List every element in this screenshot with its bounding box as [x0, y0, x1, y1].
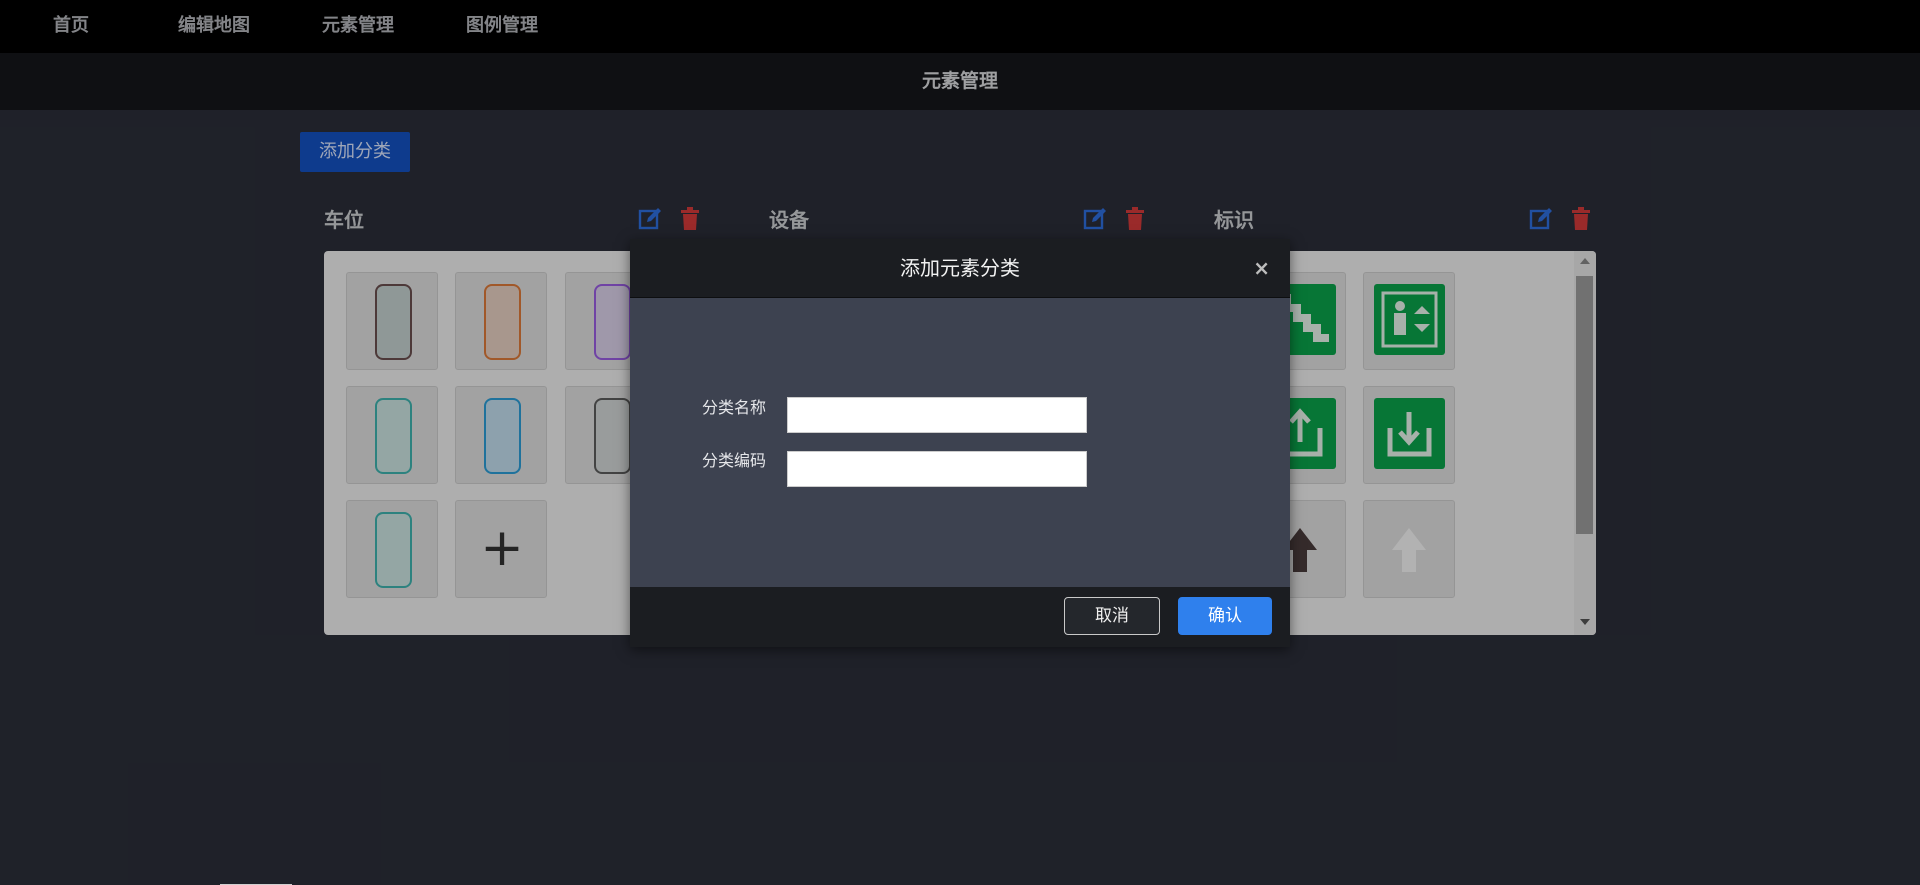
category-code-input[interactable]: [787, 451, 1087, 487]
category-name-input[interactable]: [787, 397, 1087, 433]
dialog-title: 添加元素分类: [900, 256, 1020, 280]
confirm-button[interactable]: 确认: [1178, 597, 1272, 635]
close-icon[interactable]: ×: [1253, 258, 1270, 278]
category-name-label: 分类名称: [702, 398, 767, 417]
cancel-button[interactable]: 取消: [1064, 597, 1160, 635]
add-category-dialog: 添加元素分类 × 分类名称 分类编码 取消 确认: [630, 239, 1290, 647]
category-code-label: 分类编码: [702, 451, 767, 470]
dialog-header: 添加元素分类 ×: [630, 239, 1290, 298]
dialog-footer: 取消 确认: [630, 587, 1290, 647]
